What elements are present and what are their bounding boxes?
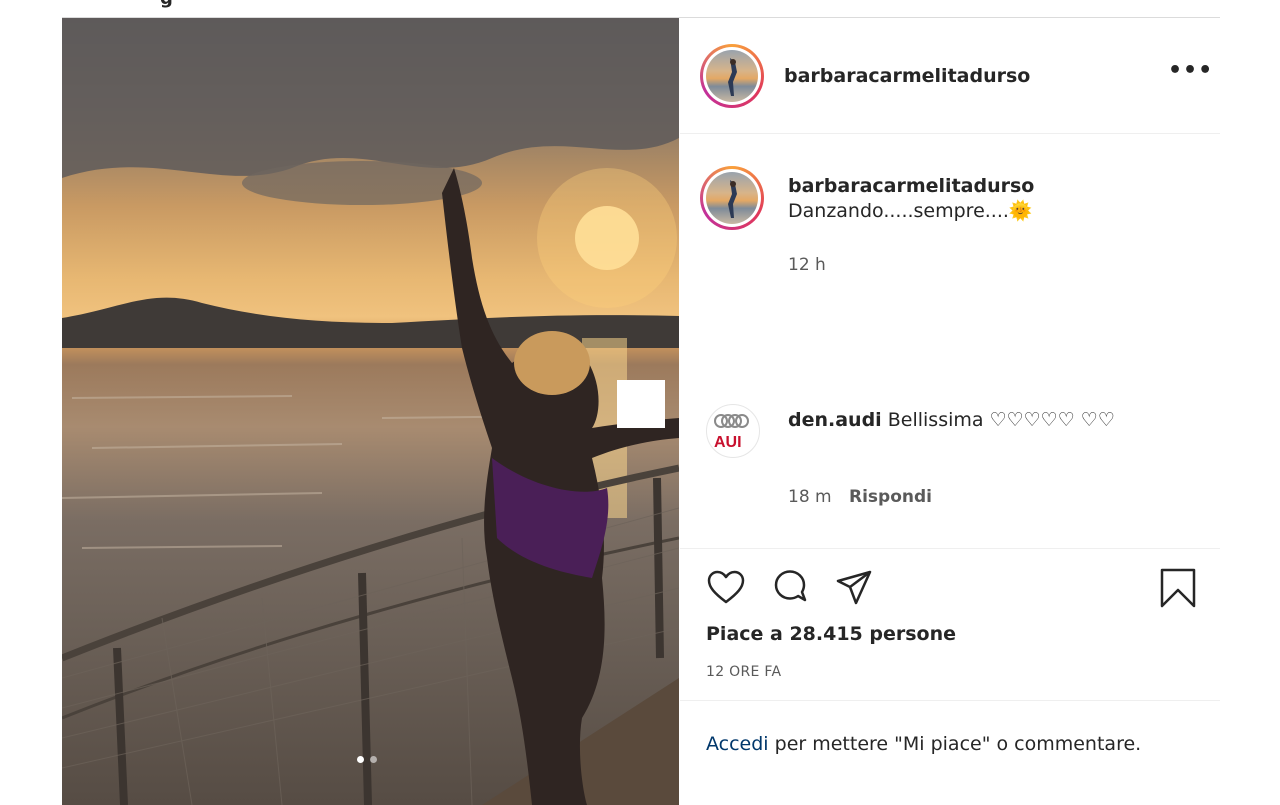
login-link[interactable]: Accedi [706, 733, 769, 755]
post-timestamp[interactable]: 12 ORE FA [706, 664, 781, 680]
login-prompt: Accedi per mettere "Mi piace" o commenta… [706, 733, 1141, 755]
author-username[interactable]: barbaracarmelitadurso [784, 65, 1030, 87]
commenter-username[interactable]: den.audi [788, 409, 882, 431]
audi-logo-icon: AUI [714, 414, 749, 451]
comment-text: Bellissima ♡♡♡♡♡ ♡♡ [887, 409, 1115, 431]
heart-icon[interactable] [706, 568, 746, 608]
post-photo[interactable] [62, 18, 679, 805]
likes-count[interactable]: Piace a 28.415 persone [706, 623, 956, 645]
svg-text:AUI: AUI [714, 434, 742, 451]
login-prompt-text: per mettere "Mi piace" o commentare. [768, 733, 1142, 755]
send-icon[interactable] [834, 568, 874, 608]
reply-button[interactable]: Rispondi [849, 487, 932, 507]
post-caption: Danzando.....sempre....🌞 [788, 200, 1033, 222]
caption-time: 12 h [788, 255, 826, 275]
comment-body: den.audi Bellissima ♡♡♡♡♡ ♡♡ [788, 405, 1168, 435]
photo-scene [62, 18, 679, 805]
next-slide-button[interactable] [617, 380, 665, 428]
comments-divider [680, 548, 1220, 549]
commenter-avatar[interactable]: AUI [706, 404, 760, 458]
avatar-image [706, 50, 758, 102]
author-avatar[interactable] [700, 44, 764, 108]
header-divider [680, 133, 1220, 134]
post-side-panel: barbaracarmelitadurso ••• barbaracarmeli… [680, 18, 1220, 805]
page-title-fragment: g [160, 0, 173, 9]
caption-username[interactable]: barbaracarmelitadurso [788, 175, 1034, 197]
carousel-dot[interactable] [370, 756, 377, 763]
carousel-dots [357, 756, 377, 763]
carousel-dot-active[interactable] [357, 756, 364, 763]
caption-avatar-image [706, 172, 758, 224]
comment-time: 18 m [788, 487, 832, 507]
more-options-icon[interactable]: ••• [1168, 60, 1213, 82]
caption-avatar[interactable] [700, 166, 764, 230]
comment-icon[interactable] [770, 568, 810, 608]
bookmark-icon[interactable] [1158, 568, 1198, 608]
footer-divider [680, 700, 1220, 701]
